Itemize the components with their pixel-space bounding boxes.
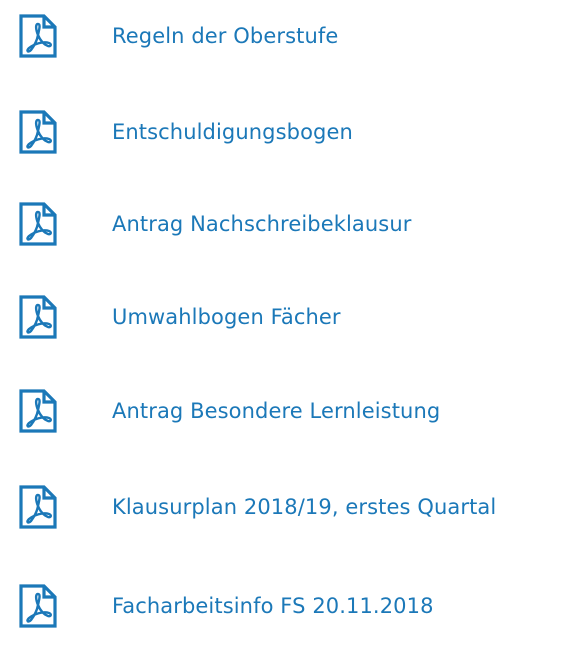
pdf-file-icon[interactable] <box>18 388 58 434</box>
document-link-klausurplan[interactable]: Klausurplan 2018/19, erstes Quartal <box>18 483 496 531</box>
document-link-umwahlbogen-faecher[interactable]: Umwahlbogen Fächer <box>18 293 341 341</box>
pdf-file-icon[interactable] <box>18 583 58 629</box>
pdf-file-icon[interactable] <box>18 294 58 340</box>
document-link-regeln-der-oberstufe[interactable]: Regeln der Oberstufe <box>18 12 338 60</box>
document-link-label[interactable]: Umwahlbogen Fächer <box>112 305 341 329</box>
document-link-label[interactable]: Regeln der Oberstufe <box>112 24 338 48</box>
document-link-label[interactable]: Klausurplan 2018/19, erstes Quartal <box>112 495 496 519</box>
pdf-file-icon[interactable] <box>18 13 58 59</box>
document-link-antrag-besondere-lernleistung[interactable]: Antrag Besondere Lernleistung <box>18 387 440 435</box>
document-link-label[interactable]: Facharbeitsinfo FS 20.11.2018 <box>112 594 434 618</box>
pdf-file-icon[interactable] <box>18 201 58 247</box>
document-link-label[interactable]: Antrag Nachschreibeklausur <box>112 212 411 236</box>
document-link-entschuldigungsbogen[interactable]: Entschuldigungsbogen <box>18 108 353 156</box>
pdf-file-icon[interactable] <box>18 484 58 530</box>
document-link-label[interactable]: Antrag Besondere Lernleistung <box>112 399 440 423</box>
document-link-label[interactable]: Entschuldigungsbogen <box>112 120 353 144</box>
document-download-list: Regeln der Oberstufe Entschuldigungsboge… <box>0 0 572 651</box>
pdf-file-icon[interactable] <box>18 109 58 155</box>
document-link-antrag-nachschreibeklausur[interactable]: Antrag Nachschreibeklausur <box>18 200 411 248</box>
document-link-facharbeitsinfo[interactable]: Facharbeitsinfo FS 20.11.2018 <box>18 582 434 630</box>
